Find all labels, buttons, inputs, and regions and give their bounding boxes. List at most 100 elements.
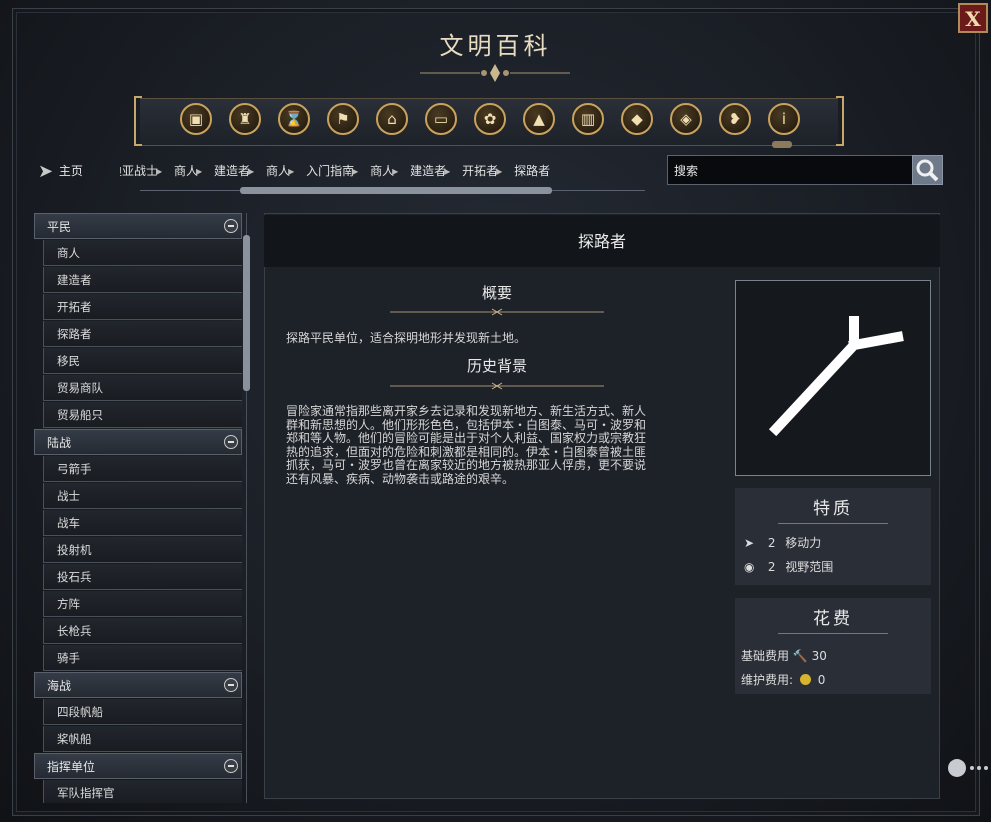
breadcrumb-item[interactable]: 入门指南 [306,164,354,178]
movement-row: ➤ 2 移动力 [744,534,821,551]
collapse-icon[interactable] [224,219,238,233]
breadcrumb-scrollbar[interactable] [140,187,645,195]
sidebar-item[interactable]: 骑手 [43,645,242,671]
summary-heading: 概要 [481,284,512,302]
book-icon[interactable]: ▭ [425,103,457,135]
history-line: 抓获，马可・波罗也曾在离家较近的地方被热那亚人俘虏，更不要说 [286,458,647,472]
sidebar-item[interactable]: 商人 [43,240,242,266]
sidebar-item[interactable]: 建造者 [43,267,242,293]
history-line: 还有风暴、疾病、动物袭击或路途的艰辛。 [286,471,515,486]
base-cost-row: 基础费用 🔨 30 [741,647,827,664]
unit-portrait [735,280,931,476]
flag-icon[interactable]: ⚑ [327,103,359,135]
home-button[interactable]: ➤ 主页 [38,160,83,182]
divider [778,523,888,524]
pathfinder-icon [768,316,904,437]
breadcrumb: 迪亚战士▶商人▶建造者▶商人▶入门指南▶商人▶建造者▶开拓者▶探路者 [120,160,640,182]
government-icon[interactable]: ⌂ [376,103,408,135]
sidebar-item[interactable]: 战士 [43,483,242,509]
base-cost-label: 基础费用 [741,649,790,663]
pyramid-icon[interactable]: ◈ [670,103,702,135]
sight-label: 视野范围 [785,560,834,574]
category-label: 陆战 [47,436,72,450]
collapse-icon[interactable] [224,678,238,692]
history-line: 郑和等人物。他们的冒险可能是出于对个人利益、国家权力或宗教狂 [286,431,647,445]
terrain-icon[interactable]: ▲ [523,103,555,135]
history-text: 冒险家通常指那些离开家乡去记录和发现新地方、新生活方式、新人 群和新思想的人。他们… [286,404,706,486]
title-ornament [420,64,570,82]
sidebar-item[interactable]: 移民 [43,348,242,374]
sidebar-item[interactable]: 投石兵 [43,564,242,590]
breadcrumb-item[interactable]: 建造者 [410,164,446,178]
chalice-icon[interactable]: ♜ [229,103,261,135]
sidebar-scrollbar[interactable] [243,213,251,803]
scroll-thumb[interactable] [243,235,250,391]
side-tab-handle[interactable] [945,756,991,780]
sidebar-item[interactable]: 长枪兵 [43,618,242,644]
sidebar-item[interactable]: 四段帆船 [43,699,242,725]
search-input[interactable] [667,155,913,185]
sidebar-category[interactable]: 平民 [34,213,242,239]
traits-heading: 特质 [813,499,853,519]
breadcrumb-item[interactable]: 迪亚战士 [120,164,158,178]
category-label: 指挥单位 [47,760,96,774]
history-line: 热的追求，但面对的危险和刺激都是相同的。伊本・白图泰曾被土匪 [286,444,647,459]
scroll-thumb[interactable] [240,187,552,194]
toolbar-right-cap [836,96,844,146]
movement-label: 移动力 [785,536,822,550]
heading-divider [390,382,604,390]
movement-value: 2 [767,536,776,550]
eye-icon: ◉ [744,560,755,574]
sidebar-category[interactable]: 陆战 [34,429,242,455]
sidebar-item[interactable]: 投射机 [43,537,242,563]
sidebar-item[interactable]: 贸易船只 [43,402,242,428]
divider [778,633,888,634]
sidebar-item[interactable]: 探路者 [43,321,242,347]
atom-icon[interactable]: ✿ [474,103,506,135]
heading-divider [390,308,604,316]
toolbar-handle[interactable] [772,141,792,148]
collapse-icon[interactable] [224,759,238,773]
breadcrumb-item[interactable]: 商人 [174,164,198,178]
search-button[interactable] [912,155,943,185]
toolbar-left-cap [134,96,142,146]
breadcrumb-item[interactable]: 建造者 [214,164,250,178]
arrow-icon: ➤ [744,536,755,550]
upkeep-value: 0 [817,673,826,687]
sidebar-item[interactable]: 开拓者 [43,294,242,320]
history-heading: 历史背景 [466,357,527,375]
home-label: 主页 [58,164,83,178]
sidebar-item[interactable]: 弓箭手 [43,456,242,482]
hourglass-icon[interactable]: ⌛ [278,103,310,135]
sidebar-item[interactable]: 桨帆船 [43,726,242,752]
history-line: 群和新思想的人。他们形形色色，包括伊本・白图泰、马可・波罗和 [286,417,647,432]
back-arrow-icon: ➤ [38,160,54,182]
diamond-icon[interactable]: ◆ [621,103,653,135]
upkeep-label: 维护费用: [741,673,794,687]
sidebar-category[interactable]: 指挥单位 [34,753,242,779]
upkeep-row: 维护费用: 0 [741,671,825,688]
breadcrumb-item[interactable]: 商人 [266,164,290,178]
dove-icon[interactable]: ❥ [719,103,751,135]
breadcrumb-item[interactable]: 商人 [370,164,394,178]
sight-value: 2 [767,560,776,574]
info-icon[interactable]: ⅰ [768,103,800,135]
breadcrumb-item[interactable]: 探路者 [514,164,550,178]
history-line: 冒险家通常指那些离开家乡去记录和发现新地方、新生活方式、新人 [286,404,647,418]
sidebar-item[interactable]: 战车 [43,510,242,536]
page-title: 文明百科 [439,32,552,60]
sidebar-item[interactable]: 贸易商队 [43,375,242,401]
sidebar: 平民 商人 建造者 开拓者 探路者 移民 贸易商队 贸易船只陆战弓箭手 战士 战车 投射机 投石兵 方阵… [34,213,242,803]
units-icon[interactable]: ▣ [180,103,212,135]
sidebar-category[interactable]: 海战 [34,672,242,698]
breadcrumb-item[interactable]: 开拓者 [462,164,498,178]
city-icon[interactable]: ▥ [572,103,604,135]
sidebar-item[interactable]: 军队指挥官 [43,780,242,803]
article-title: 探路者 [264,215,940,267]
collapse-icon[interactable] [224,435,238,449]
sight-row: ◉ 2 视野范围 [744,558,833,575]
category-label: 海战 [47,679,72,693]
base-cost-value: 30 [811,649,827,663]
cost-heading: 花费 [813,609,853,629]
sidebar-item[interactable]: 方阵 [43,591,242,617]
